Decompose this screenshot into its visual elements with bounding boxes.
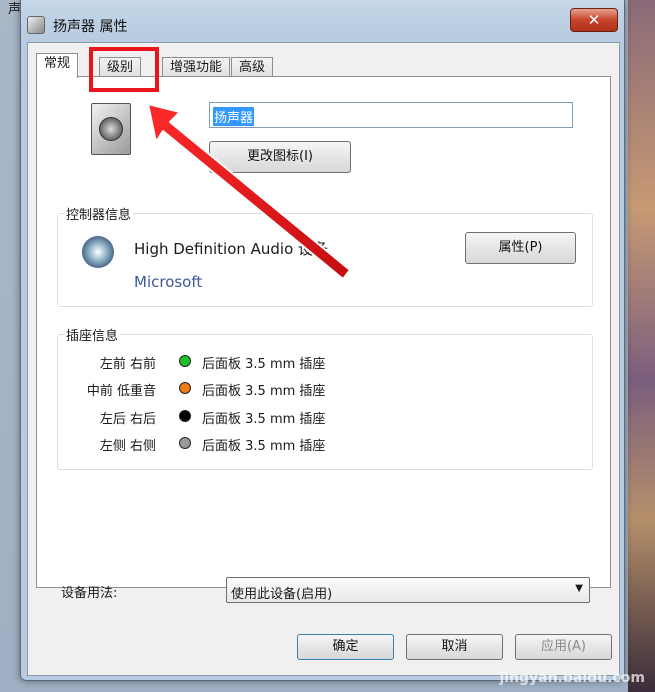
- annotation-arrow-icon: [147, 103, 351, 280]
- watermark: jingyan.baidu.com: [499, 670, 645, 686]
- tab-general[interactable]: 常规: [36, 53, 79, 78]
